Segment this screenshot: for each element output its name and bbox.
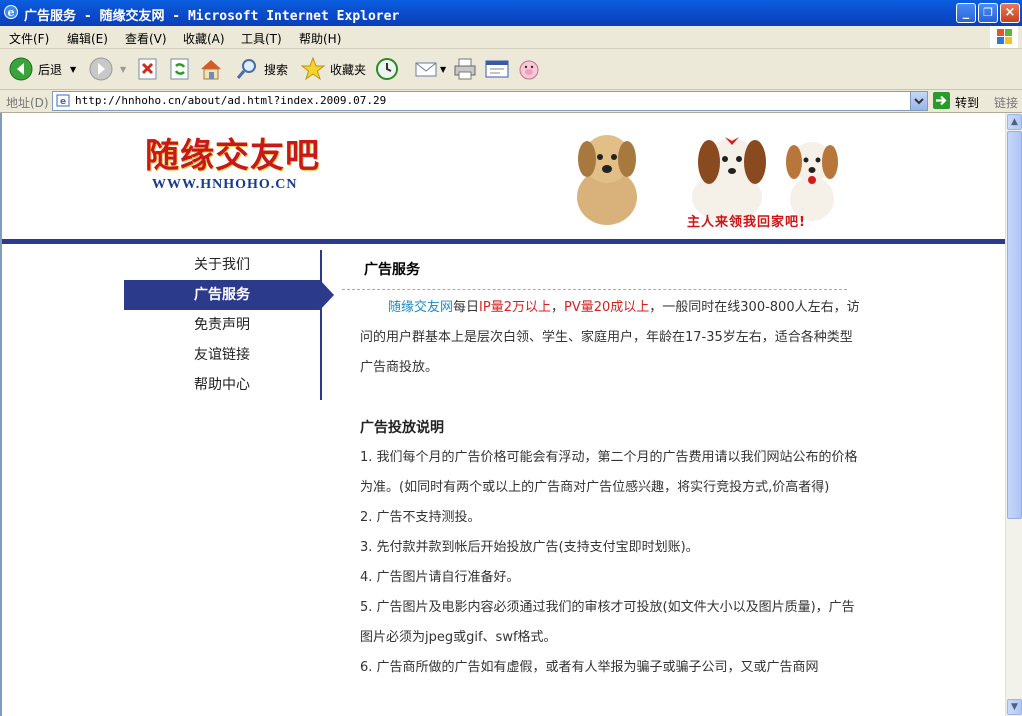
search-label: 搜索 (264, 62, 289, 77)
section-title: 广告投放说明 (360, 420, 444, 436)
ip-stat: IP量2万以上 (479, 300, 551, 315)
refresh-icon (170, 58, 189, 80)
search-button[interactable]: 搜索 (234, 54, 288, 84)
edit-page-icon (485, 60, 509, 78)
nav-item-ad-service[interactable]: 广告服务 (124, 280, 334, 310)
edit-button[interactable] (484, 54, 510, 84)
list-item: 1. 我们每个月的广告价格可能会有浮动，第二个月的广告费用请以我们网站公布的价格… (360, 450, 858, 495)
favorites-button[interactable]: 收藏夹 (300, 54, 366, 84)
vertical-scrollbar[interactable]: ▲ ▼ (1005, 113, 1022, 716)
page-viewport: 随缘交友吧 WWW.HNHOHO.CN 主人来领我回家吧! 关于我们 广告服务 … (0, 113, 1005, 716)
address-input[interactable]: e http://hnhoho.cn/about/ad.html?index.2… (52, 91, 928, 111)
history-button[interactable] (374, 54, 400, 84)
menu-tools[interactable]: 工具(T) (241, 30, 282, 47)
internet-explorer-icon: e (4, 5, 18, 19)
back-dropdown-icon[interactable]: ▼ (70, 65, 76, 74)
address-label: 地址(D) (6, 96, 49, 110)
refresh-button[interactable] (168, 54, 192, 84)
page-icon: e (56, 94, 70, 107)
favorites-label: 收藏夹 (330, 62, 367, 77)
side-navigation: 关于我们 广告服务 免责声明 友谊链接 帮助中心 (124, 250, 334, 400)
back-label: 后退 (38, 62, 63, 77)
nav-item-about[interactable]: 关于我们 (124, 250, 320, 280)
site-logo-chinese[interactable]: 随缘交友吧 (145, 128, 320, 177)
menu-view[interactable]: 查看(V) (125, 30, 167, 47)
back-button[interactable]: 后退 ▼ (8, 54, 76, 84)
search-icon (236, 59, 256, 79)
main-content: 随缘交友网每日IP量2万以上，PV量20成以上，一般同时在线300-800人左右… (360, 293, 860, 683)
favorites-star-icon (300, 56, 326, 81)
printer-icon (454, 58, 476, 80)
page-title: 广告服务 (364, 262, 420, 278)
mail-dropdown-icon[interactable]: ▼ (440, 65, 446, 74)
intro-text-2: ， (550, 300, 564, 315)
windows-logo-icon (990, 26, 1018, 48)
go-arrow-icon (936, 95, 947, 106)
svg-text:e: e (60, 97, 66, 107)
close-button[interactable]: × (1000, 3, 1020, 23)
scroll-up-icon[interactable]: ▲ (1007, 114, 1022, 130)
menu-file[interactable]: 文件(F) (9, 30, 49, 47)
nav-item-help-center[interactable]: 帮助中心 (124, 370, 320, 400)
pv-stat: PV量20成以上 (564, 300, 650, 315)
nav-item-friend-links[interactable]: 友谊链接 (124, 340, 320, 370)
mail-icon (415, 62, 437, 77)
list-item: 6. 广告商所做的广告如有虚假，或者有人举报为骗子或骗子公司，又或广告商网 (360, 660, 819, 675)
scroll-thumb[interactable] (1007, 131, 1022, 519)
go-button[interactable] (933, 92, 950, 109)
links-label[interactable]: 链接 (994, 94, 1018, 111)
list-item: 3. 先付款并款到帐后开始投放广告(支持支付宝即时划账)。 (360, 540, 699, 555)
go-label[interactable]: 转到 (955, 94, 979, 111)
menu-edit[interactable]: 编辑(E) (67, 30, 108, 47)
mail-button[interactable]: ▼ (414, 54, 446, 84)
address-dropdown-button[interactable] (910, 92, 927, 110)
menu-bar: 文件(F) 编辑(E) 查看(V) 收藏(A) 工具(T) 帮助(H) (0, 26, 1022, 49)
menu-help[interactable]: 帮助(H) (299, 30, 341, 47)
address-url: http://hnhoho.cn/about/ad.html?index.200… (75, 94, 387, 107)
forward-arrow-icon (89, 57, 113, 81)
stop-icon (138, 58, 157, 80)
title-divider (342, 289, 847, 290)
scroll-down-icon[interactable]: ▼ (1007, 699, 1022, 715)
site-logo-english[interactable]: WWW.HNHOHO.CN (152, 177, 298, 193)
window-title: 广告服务 - 随缘交友网 - Microsoft Internet Explor… (24, 9, 400, 24)
print-button[interactable] (452, 54, 478, 84)
intro-text-1: 每日 (453, 300, 480, 315)
restore-button[interactable]: ❐ (978, 3, 998, 23)
standard-toolbar: 后退 ▼ ▼ 搜索 收藏夹 ▼ (0, 49, 1022, 90)
menu-favorites[interactable]: 收藏(A) (183, 30, 225, 47)
list-item: 2. 广告不支持测投。 (360, 510, 481, 525)
intro-paragraph: 随缘交友网每日IP量2万以上，PV量20成以上，一般同时在线300-800人左右… (360, 293, 860, 383)
back-arrow-icon (9, 57, 33, 81)
nav-item-disclaimer[interactable]: 免责声明 (124, 310, 320, 340)
forward-button[interactable]: ▼ (88, 54, 126, 84)
chevron-down-icon (914, 98, 924, 105)
stop-button[interactable] (136, 54, 160, 84)
home-button[interactable] (198, 54, 224, 84)
svg-text:e: e (8, 6, 15, 19)
window-titlebar: e 广告服务 - 随缘交友网 - Microsoft Internet Expl… (0, 0, 1022, 26)
forward-dropdown-icon[interactable]: ▼ (120, 65, 126, 74)
address-bar: 地址(D) e http://hnhoho.cn/about/ad.html?i… (0, 90, 1022, 113)
banner-slogan: 主人来领我回家吧! (687, 215, 806, 230)
minimize-button[interactable]: _ (956, 3, 976, 23)
header-divider-bar (2, 239, 1005, 244)
history-icon (376, 58, 398, 80)
site-name-link[interactable]: 随缘交友网 (388, 300, 453, 315)
list-item: 5. 广告图片及电影内容必须通过我们的审核才可投放(如文件大小以及图片质量)，广… (360, 600, 855, 645)
pig-messenger-icon (519, 60, 539, 80)
home-icon (201, 60, 221, 80)
list-item: 4. 广告图片请自行准备好。 (360, 570, 520, 585)
messenger-button[interactable] (516, 54, 542, 84)
